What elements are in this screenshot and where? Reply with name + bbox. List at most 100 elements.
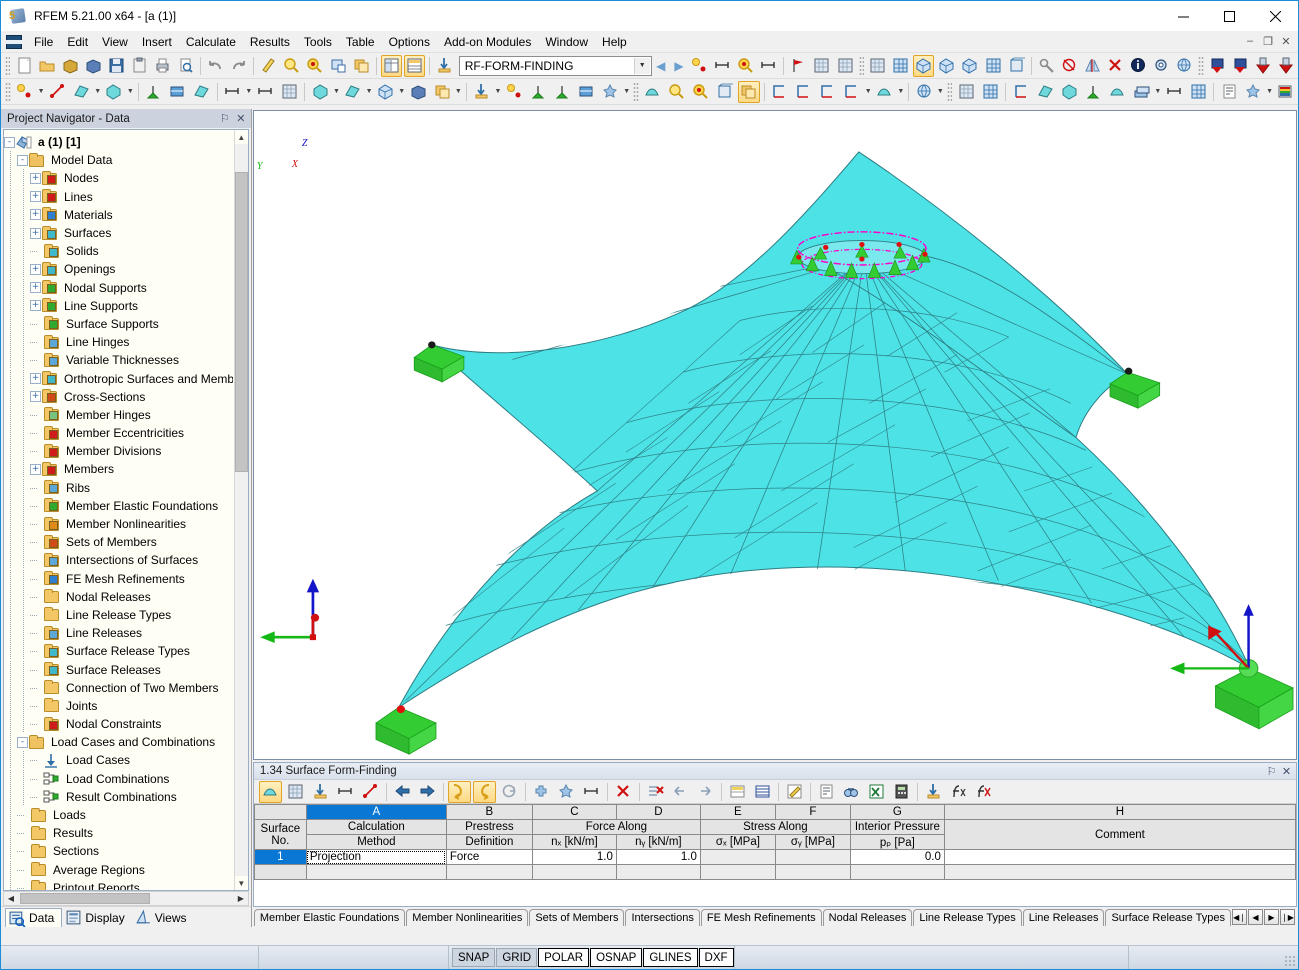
column-letter-a[interactable]: A [306, 805, 446, 820]
last-tab-button[interactable]: ❘▶ [1280, 909, 1295, 925]
table-grid[interactable]: A B C D E F G H Surface No. [254, 804, 1296, 906]
cell-empty[interactable] [850, 865, 944, 880]
table-tab[interactable]: Nodal Releases [823, 909, 913, 926]
navigator-close-icon[interactable]: ✕ [233, 111, 249, 127]
tree-item[interactable]: Nodal Releases [4, 588, 233, 606]
menu-tools[interactable]: Tools [297, 32, 339, 52]
node-toolbar-button[interactable] [689, 55, 710, 77]
zoomfull-toolbar-button[interactable] [735, 55, 756, 77]
menu-addon-modules[interactable]: Add-on Modules [437, 32, 538, 52]
tree-item[interactable]: Sets of Members [4, 533, 233, 551]
arrowL-toolbar-button[interactable] [391, 781, 414, 803]
next-tab-button[interactable]: ▶ [1264, 909, 1279, 925]
tbl2-toolbar-button[interactable] [404, 55, 425, 77]
colorbar-toolbar-button[interactable] [1275, 81, 1297, 103]
axisX-toolbar-button[interactable] [769, 81, 791, 103]
toolbar-dropdown-arrow[interactable]: ▼ [1154, 81, 1163, 103]
redarrow2-toolbar-button[interactable] [1253, 55, 1274, 77]
cell-empty[interactable] [306, 865, 446, 880]
toolbar-dropdown-arrow[interactable]: ▼ [332, 81, 341, 103]
tree-item[interactable]: Line Release Types [4, 606, 233, 624]
tree-item[interactable]: Intersections of Surfaces [4, 551, 233, 569]
toolbar-dropdown-arrow[interactable]: ▼ [454, 81, 463, 103]
tree-item[interactable]: Loads [4, 806, 233, 824]
scroll-left-icon[interactable]: ◀ [4, 892, 18, 905]
menu-file[interactable]: File [27, 32, 60, 52]
table-tab[interactable]: Member Nonlinearities [406, 909, 528, 926]
box-toolbar-button[interactable] [60, 55, 81, 77]
solid-toolbar-button[interactable] [309, 81, 331, 103]
line-toolbar-button[interactable] [46, 81, 68, 103]
cell-interior-pressure[interactable]: 0.0 [850, 850, 944, 865]
clip-toolbar-button[interactable] [129, 55, 150, 77]
cell-empty[interactable] [446, 865, 532, 880]
ruler-toolbar-button[interactable] [258, 55, 279, 77]
tree-expander-plus-icon[interactable]: + [30, 464, 41, 475]
report-toolbar-button[interactable] [815, 781, 838, 803]
zoomin-toolbar-button[interactable] [666, 81, 688, 103]
solid-toolbar-button[interactable] [1058, 81, 1080, 103]
info-toolbar-button[interactable] [1128, 55, 1149, 77]
fx-toolbar-button[interactable] [947, 781, 970, 803]
row-number-empty[interactable] [254, 865, 306, 880]
status-toggle-snap[interactable]: SNAP [452, 948, 495, 967]
column-letter-e[interactable]: E [700, 805, 775, 820]
tree-item[interactable]: Load Cases [4, 751, 233, 769]
cell-calculation-method[interactable]: Projection [306, 850, 446, 865]
nav-previous-icon[interactable]: ◀ [652, 55, 670, 77]
render-toolbar-button[interactable] [259, 781, 282, 803]
row-number[interactable]: 1 [254, 850, 306, 865]
dim-toolbar-button[interactable] [222, 81, 244, 103]
meshblue-toolbar-button[interactable] [979, 81, 1001, 103]
axisX-toolbar-button[interactable] [1010, 81, 1032, 103]
mdi-close-button[interactable]: ✕ [1278, 33, 1294, 49]
tree-item[interactable]: -Model Data [4, 151, 233, 169]
table-row[interactable]: 1 Projection Force 1.0 1.0 0.0 [254, 850, 1295, 865]
zoomwin-toolbar-button[interactable] [327, 55, 348, 77]
boxblue-toolbar-button[interactable] [83, 55, 104, 77]
insrowL-toolbar-button[interactable] [669, 781, 692, 803]
toolbar-dropdown-arrow[interactable]: ▼ [1265, 81, 1274, 103]
tree-item[interactable]: Line Releases [4, 624, 233, 642]
previous-tab-button[interactable]: ◀ [1248, 909, 1263, 925]
winstack-toolbar-button[interactable] [431, 81, 453, 103]
toolbar-dropdown-arrow[interactable]: ▼ [494, 81, 503, 103]
dim-toolbar-button[interactable] [758, 55, 779, 77]
toolbar-dropdown-arrow[interactable]: ▼ [245, 81, 254, 103]
menu-table[interactable]: Table [339, 32, 382, 52]
tree-item[interactable]: +Cross-Sections [4, 388, 233, 406]
delrow-toolbar-button[interactable] [644, 781, 667, 803]
viewcube-toolbar-button[interactable] [1006, 55, 1027, 77]
delX-toolbar-button[interactable] [612, 781, 635, 803]
tree-item[interactable]: +Surfaces [4, 224, 233, 242]
tree-expander-plus-icon[interactable]: + [30, 373, 41, 384]
tree-item[interactable]: Average Regions [4, 861, 233, 879]
table-close-icon[interactable]: ✕ [1279, 764, 1294, 779]
menu-calculate[interactable]: Calculate [179, 32, 243, 52]
dim-toolbar-button[interactable] [334, 781, 357, 803]
boxblue-toolbar-button[interactable] [407, 81, 429, 103]
binoc-toolbar-button[interactable] [840, 781, 863, 803]
mesh-toolbar-button[interactable] [955, 81, 977, 103]
toolbar-grip[interactable] [633, 82, 639, 102]
toolbar-dropdown-arrow[interactable]: ▼ [622, 81, 631, 103]
table-tab[interactable]: Surface Release Types [1105, 909, 1231, 926]
toolbar-grip[interactable] [1198, 56, 1203, 76]
tree-expander-plus-icon[interactable]: + [30, 173, 41, 184]
table-row-empty[interactable] [254, 865, 1295, 880]
column-letter-g[interactable]: G [850, 805, 944, 820]
meshblue-toolbar-button[interactable] [890, 55, 911, 77]
model-viewport-3d[interactable]: Z X Y [253, 110, 1297, 760]
meshblue-toolbar-button[interactable] [1187, 81, 1209, 103]
tree-expander-minus-icon[interactable]: - [17, 155, 28, 166]
tree-item[interactable]: +Nodal Supports [4, 279, 233, 297]
toolbar-dropdown-arrow[interactable]: ▼ [936, 81, 945, 103]
toolbar-grip[interactable] [5, 56, 10, 76]
import-toolbar-button[interactable] [309, 781, 332, 803]
render-toolbar-button[interactable] [642, 81, 664, 103]
surface-toolbar-button[interactable] [342, 81, 364, 103]
scroll-down-icon[interactable]: ▼ [235, 876, 248, 890]
table-tab[interactable]: Line Releases [1023, 909, 1105, 926]
support-toolbar-button[interactable] [551, 81, 573, 103]
mesh-toolbar-button[interactable] [835, 55, 856, 77]
